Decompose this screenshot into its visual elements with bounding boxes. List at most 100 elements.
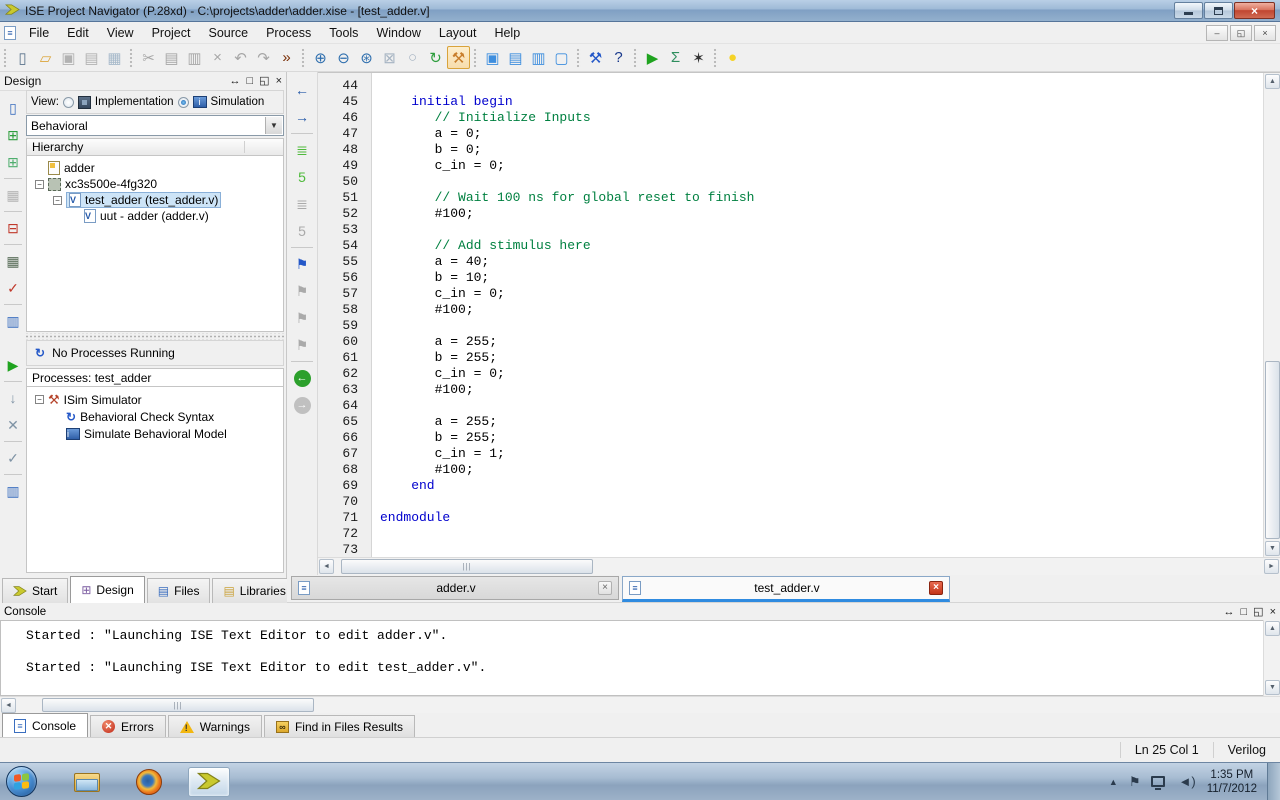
rerun-process-icon[interactable]: ↓ [1,385,25,411]
console-close-icon[interactable]: × [1270,605,1276,619]
implementation-radio[interactable] [63,97,74,108]
zoom-full-view-icon[interactable]: ⊛ [355,46,378,69]
taskbar-clock[interactable]: 1:35 PM 11/7/2012 [1207,768,1257,796]
tree-item[interactable]: −xc3s500e-4fg320 [27,176,283,192]
settings-wrench-icon[interactable]: ⚒ [584,46,607,69]
highlight-lines-icon[interactable]: ≣ [290,137,314,163]
tree-expander-icon[interactable]: − [53,196,62,205]
panel-close-icon[interactable]: × [276,74,282,88]
menu-view[interactable]: View [98,23,143,43]
console-dock-icon[interactable]: ↔ [1224,605,1235,619]
tab-libraries[interactable]: ▤Libraries [212,578,296,603]
panel-splitter[interactable] [26,333,284,340]
tab-find-in-files-results[interactable]: ∞Find in Files Results [264,715,415,737]
tab-design[interactable]: ⊞Design [70,576,144,603]
code-area[interactable]: 4445 initial begin46 // Initialize Input… [318,73,1263,557]
tree-item[interactable]: Vuut - adder (adder.v) [27,208,283,224]
tree-expander-icon[interactable]: − [35,180,44,189]
volume-icon[interactable]: ◄) [1178,774,1195,789]
tab-console[interactable]: ≡Console [2,713,88,737]
simulation-view-dropdown[interactable]: Behavioral ▼ [26,115,284,136]
panel-maximize-icon[interactable]: □ [247,74,254,88]
tile-vertically-icon[interactable]: ▥ [527,46,550,69]
shift-right-icon[interactable]: → [290,104,314,130]
scroll-right-icon[interactable]: ► [1264,559,1279,574]
scroll-down-icon[interactable]: ▼ [1265,541,1280,556]
tab-files[interactable]: ▤Files [147,578,211,603]
tree-item[interactable]: iSimulate Behavioral Model [27,425,283,442]
editor-vscroll-thumb[interactable] [1265,361,1280,539]
float-window-icon[interactable]: ▢ [550,46,573,69]
tree-item[interactable]: adder [27,160,283,176]
console-horizontal-scrollbar[interactable]: ◄ ||| [0,696,1280,713]
run-icon[interactable]: ▶ [641,46,664,69]
stop-process-icon[interactable]: ✕ [1,412,25,438]
zoom-in-icon[interactable]: ⊕ [309,46,332,69]
tip-lightbulb-icon[interactable]: ● [721,46,744,69]
editor-hscroll-thumb[interactable]: ||| [341,559,593,574]
minimize-button[interactable] [1174,2,1203,19]
rerun-all-icon[interactable]: ✓ [1,445,25,471]
refresh-file-icon[interactable]: ↻ [424,46,447,69]
menu-source[interactable]: Source [199,23,257,43]
tree-expander-icon[interactable]: − [35,395,44,404]
tree-selected-item[interactable]: Vtest_adder (test_adder.v) [66,192,221,208]
console-vertical-scrollbar[interactable]: ▲ ▼ [1263,620,1280,696]
menu-tools[interactable]: Tools [320,23,367,43]
tile-horizontally-icon[interactable]: ▤ [504,46,527,69]
close-button[interactable]: × [1234,2,1275,19]
design-properties-chip-icon[interactable]: ▦ [1,248,25,274]
show-desktop-button[interactable] [1267,763,1280,800]
menu-process[interactable]: Process [257,23,320,43]
toggle-sdc-file-icon[interactable]: ✓ [1,275,25,301]
toggle-bookmark-icon[interactable]: ⚑ [290,251,314,277]
snapshot-hammer-icon[interactable]: ⚒ [447,46,470,69]
editor-vertical-scrollbar[interactable]: ▲ ▼ [1263,73,1280,557]
console-hscroll-thumb[interactable]: ||| [42,698,314,712]
taskbar-ise-button[interactable] [188,767,230,797]
show-design-summary-icon[interactable]: ▥ [1,308,25,334]
run-process-icon[interactable]: ▶ [1,352,25,378]
menu-edit[interactable]: Edit [58,23,98,43]
start-button[interactable] [6,766,37,797]
scroll-down-icon[interactable]: ▼ [1265,680,1280,695]
new-file-icon[interactable]: ▯ [11,46,34,69]
remove-source-icon[interactable]: ⊟ [1,215,25,241]
editor-tab-adder-v[interactable]: ≡adder.v× [291,576,619,600]
cascade-windows-icon[interactable]: ▣ [481,46,504,69]
tab-start[interactable]: Start [2,578,68,603]
menu-window[interactable]: Window [367,23,429,43]
analyze-telescope-icon[interactable]: ✶ [687,46,710,69]
maximize-button[interactable] [1204,2,1233,19]
mdi-close-button[interactable]: × [1254,25,1276,41]
console-maximize-icon[interactable]: □ [1241,605,1248,619]
action-center-flag-icon[interactable]: ⚑ [1129,774,1141,790]
close-tab-icon[interactable]: × [929,581,943,595]
shift-left-icon[interactable]: ← [290,77,314,103]
menu-file[interactable]: File [20,23,58,43]
navigate-back-icon[interactable]: ← [290,365,314,391]
taskbar-firefox-button[interactable] [128,767,170,797]
tree-item[interactable]: ↻Behavioral Check Syntax [27,408,283,425]
chevron-down-icon[interactable]: ▼ [265,117,282,134]
add-copy-of-source-icon[interactable]: ⊞ [1,149,25,175]
panel-dock-icon[interactable]: ↔ [230,74,241,88]
tab-errors[interactable]: ✕Errors [90,715,166,737]
simulation-radio[interactable] [178,97,189,108]
goto-line-icon[interactable]: 5 [290,164,314,190]
scroll-left-icon[interactable]: ◄ [1,698,16,713]
menu-project[interactable]: Project [143,23,200,43]
mdi-minimize-button[interactable]: – [1206,25,1228,41]
editor-horizontal-scrollbar[interactable]: ◄ ||| ► [318,557,1280,575]
tree-item[interactable]: −Vtest_adder (test_adder.v) [27,192,283,208]
toolbar-overflow-chevron-icon[interactable]: » [275,46,298,69]
mdi-restore-button[interactable]: ◱ [1230,25,1252,41]
mdi-document-icon[interactable]: ≡ [4,26,16,40]
scroll-up-icon[interactable]: ▲ [1265,621,1280,636]
new-source-icon[interactable]: ▯ [1,95,25,121]
hierarchy-column-header[interactable]: Hierarchy [26,138,284,156]
sum-reports-icon[interactable]: Σ [664,46,687,69]
open-file-icon[interactable]: ▱ [34,46,57,69]
tree-item[interactable]: −⚒ISim Simulator [27,391,283,408]
menu-help[interactable]: Help [485,23,529,43]
